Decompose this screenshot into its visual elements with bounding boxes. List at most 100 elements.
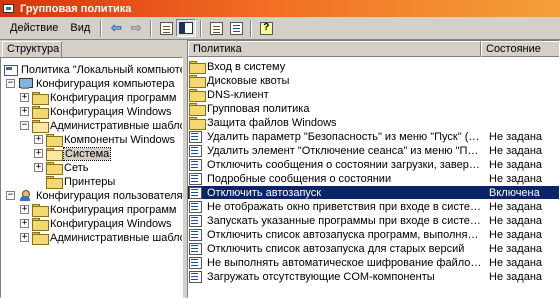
list-item-setting[interactable]: Удалить параметр "Безопасность" из меню … <box>188 130 559 143</box>
show-hide-tree-button[interactable] <box>176 19 197 37</box>
collapse-icon[interactable]: − <box>20 121 29 130</box>
open-folder-icon <box>46 148 63 161</box>
details-list[interactable]: Политика Состояние Вход в систему Дисков… <box>187 40 560 298</box>
tree-node-user-config[interactable]: − Конфигурация пользователя <box>6 189 183 202</box>
setting-name: Отключить сообщения о состоянии загрузки… <box>207 158 482 171</box>
properties-icon <box>209 21 223 35</box>
tree-node-cc-printers[interactable]: Принтеры <box>46 175 115 189</box>
up-level-icon <box>159 21 173 35</box>
folder-icon <box>46 162 63 175</box>
expand-icon[interactable]: + <box>20 219 29 228</box>
tree-node-uc-windows[interactable]: + Конфигурация Windows <box>20 217 172 231</box>
help-button[interactable]: ? <box>256 19 276 37</box>
tree-node-cc-components[interactable]: + Компоненты Windows <box>34 133 175 147</box>
menu-view[interactable]: Вид <box>64 21 96 35</box>
folder-icon <box>46 176 63 189</box>
setting-name: Не выполнять автоматическое шифрование ф… <box>207 256 482 269</box>
forward-arrow-icon: ⇨ <box>130 20 142 35</box>
tree-node-uc-programs[interactable]: + Конфигурация программ <box>20 203 177 217</box>
back-button[interactable]: ⇦ <box>106 19 126 37</box>
tree-node-cc-programs[interactable]: + Конфигурация программ <box>20 91 177 105</box>
left-tab-strip: Структура <box>0 40 183 58</box>
column-header-policy[interactable]: Политика <box>188 41 481 57</box>
setting-state: Не задана <box>489 256 543 269</box>
expand-icon[interactable]: + <box>20 205 29 214</box>
setting-state: Не задана <box>489 214 543 227</box>
list-item-setting[interactable]: Удалить элемент "Отключение сеанса" из м… <box>188 144 559 157</box>
folder-icon <box>189 103 206 116</box>
list-item-label: Дисковые квоты <box>207 74 290 87</box>
policy-setting-icon <box>189 242 202 255</box>
list-item-folder[interactable]: Защита файлов Windows <box>188 116 559 130</box>
collapse-icon[interactable]: − <box>6 79 15 88</box>
export-list-button[interactable] <box>226 19 246 37</box>
title-bar[interactable]: Групповая политика <box>0 0 560 17</box>
list-item-folder[interactable]: Вход в систему <box>188 60 559 74</box>
expand-icon[interactable]: + <box>20 93 29 102</box>
properties-button[interactable] <box>206 19 226 37</box>
policy-setting-icon <box>189 158 202 171</box>
toolbar-separator <box>250 19 253 37</box>
console-tree[interactable]: Политика "Локальный компьютер" − Конфигу… <box>0 57 183 298</box>
tree-node-label: Административные шаблоны <box>50 119 182 132</box>
setting-name: Загружать отсутствующие COM-компоненты <box>207 270 435 283</box>
tree-node-label: Конфигурация программ <box>50 203 177 216</box>
folder-icon <box>189 117 206 130</box>
up-level-button[interactable] <box>156 19 176 37</box>
list-item-folder[interactable]: Групповая политика <box>188 102 559 116</box>
policy-setting-icon <box>189 256 202 269</box>
expand-icon[interactable]: + <box>20 107 29 116</box>
folder-icon <box>32 204 49 217</box>
tree-node-cc-windows[interactable]: + Конфигурация Windows <box>20 105 172 119</box>
list-item-setting[interactable]: Не отображать окно приветствия при входе… <box>188 200 559 213</box>
list-item-setting[interactable]: Отключить список автозапуска для старых … <box>188 242 559 255</box>
export-list-icon <box>229 21 243 35</box>
tree-node-label: Административные шаблоны <box>50 231 182 244</box>
tab-structure[interactable]: Структура <box>2 41 62 58</box>
list-item-setting[interactable]: Запускать указанные программы при входе … <box>188 214 559 227</box>
tree-node-cc-network[interactable]: + Сеть <box>34 161 89 175</box>
menu-toolbar-bar: Действие Вид ⇦ ⇨ ? <box>0 17 560 40</box>
expand-icon[interactable]: + <box>34 135 43 144</box>
folder-icon <box>32 218 49 231</box>
tree-node-label: Конфигурация пользователя <box>36 189 183 202</box>
expand-icon[interactable]: + <box>34 163 43 172</box>
group-policy-app-icon <box>2 2 16 15</box>
tree-node-cc-admin-templates[interactable]: − Административные шаблоны <box>20 119 182 133</box>
expand-icon[interactable]: + <box>20 233 29 242</box>
tree-node-computer-config[interactable]: − Конфигурация компьютера <box>6 77 174 90</box>
tree-node-uc-admin-templates[interactable]: + Административные шаблоны <box>20 231 182 245</box>
column-header-state[interactable]: Состояние <box>481 41 559 57</box>
expand-icon[interactable]: + <box>34 149 43 158</box>
list-item-label: Защита файлов Windows <box>207 116 337 129</box>
setting-name: Отключить список автозапуска для старых … <box>207 242 465 255</box>
list-item-setting[interactable]: Не выполнять автоматическое шифрование ф… <box>188 256 559 269</box>
setting-name: Удалить элемент "Отключение сеанса" из м… <box>207 144 482 157</box>
list-item-setting[interactable]: Подробные сообщения о состоянии Не задан… <box>188 172 559 185</box>
tree-node-cc-system[interactable]: + Система <box>34 146 112 161</box>
policy-setting-icon <box>189 214 202 227</box>
list-item-setting[interactable]: Отключить сообщения о состоянии загрузки… <box>188 158 559 171</box>
list-item-setting-selected[interactable]: Отключить автозапуск Включена <box>188 186 559 199</box>
list-item-folder[interactable]: DNS-клиент <box>188 88 559 102</box>
open-folder-icon <box>32 120 49 133</box>
tree-node-label: Конфигурация программ <box>50 91 177 104</box>
menu-action[interactable]: Действие <box>4 21 64 35</box>
setting-state: Не задана <box>489 172 543 185</box>
list-item-setting[interactable]: Отключить список автозапуска программ, в… <box>188 228 559 241</box>
setting-state: Не задана <box>489 228 543 241</box>
tree-node-label: Конфигурация Windows <box>50 105 172 118</box>
tree-node-label: Сеть <box>64 161 89 174</box>
folder-icon <box>189 61 206 74</box>
list-item-folder[interactable]: Дисковые квоты <box>188 74 559 88</box>
list-item-setting[interactable]: Загружать отсутствующие COM-компоненты Н… <box>188 270 559 283</box>
setting-name: Не отображать окно приветствия при входе… <box>207 200 482 213</box>
forward-button[interactable]: ⇨ <box>126 19 146 37</box>
collapse-icon[interactable]: − <box>6 191 15 200</box>
folder-icon <box>46 134 63 147</box>
setting-state: Не задана <box>489 270 543 283</box>
tree-node-root[interactable]: Политика "Локальный компьютер" <box>3 63 182 76</box>
toolbar-separator <box>100 19 103 37</box>
setting-name: Удалить параметр "Безопасность" из меню … <box>207 130 482 143</box>
tree-node-label: Конфигурация компьютера <box>36 77 175 90</box>
